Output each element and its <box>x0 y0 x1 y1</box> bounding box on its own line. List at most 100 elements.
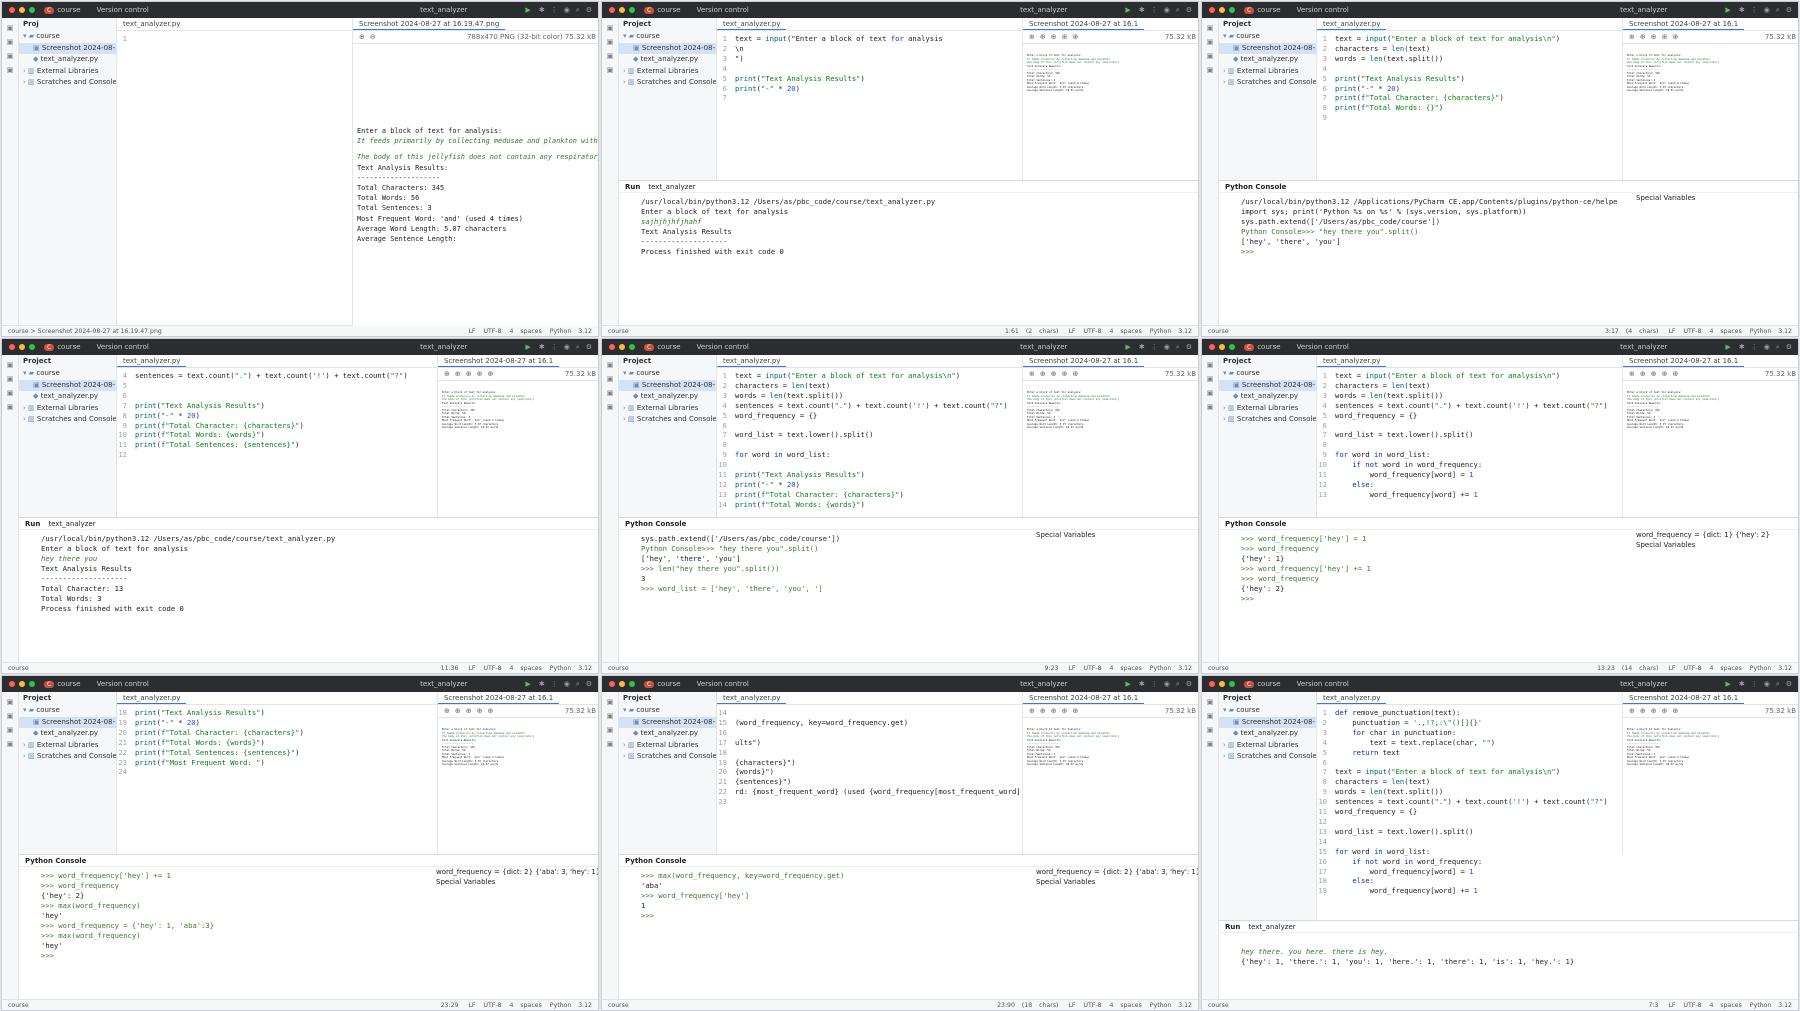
tree-scratches[interactable]: › ▥ Scratches and Consoles <box>1219 77 1316 89</box>
project-tree-header[interactable]: Project <box>1219 692 1316 705</box>
code-text[interactable]: words = len(text.split()) <box>1335 391 1443 401</box>
zoom-window-button[interactable] <box>629 681 635 687</box>
code-text[interactable]: if not word in word_frequency: <box>1335 460 1482 470</box>
code-editor[interactable]: text_analyzer.py 14 15 (word_frequency, key… <box>717 692 1022 854</box>
indent[interactable]: 4 spaces <box>1110 1002 1142 1009</box>
indent[interactable]: 4 spaces <box>510 328 542 335</box>
breadcrumb[interactable]: course > Screenshot 2024-08-27 at 16.19.… <box>8 328 162 335</box>
code-text[interactable]: print(f"Total Sentences: {sentences}") <box>135 748 299 758</box>
gear-icon[interactable]: ⚙ <box>1186 343 1192 351</box>
indent[interactable]: 4 spaces <box>1710 665 1742 672</box>
user-icon[interactable]: ◉ <box>564 680 570 688</box>
code-text[interactable]: print("-" * 20) <box>135 411 200 421</box>
more-icon[interactable]: ⋮ <box>1151 343 1158 351</box>
zoom-out-icon[interactable]: ⊕ <box>1051 707 1057 715</box>
tree-root[interactable]: ▾ ▰ course <box>19 368 116 380</box>
encoding[interactable]: UTF-8 <box>1083 665 1101 672</box>
gear-icon[interactable]: ⚙ <box>586 343 592 351</box>
code-text[interactable]: word_frequency[word] = 1 <box>1335 867 1474 877</box>
code-text[interactable]: return text <box>1335 748 1400 758</box>
cursor-position[interactable]: 11:36 <box>441 665 459 672</box>
commit-icon[interactable]: ▣ <box>602 38 618 46</box>
code-text[interactable]: print("-" * 20) <box>735 480 800 490</box>
code-text[interactable]: words = len(text.split()) <box>735 391 843 401</box>
zoom-window-button[interactable] <box>1229 7 1235 13</box>
indent[interactable]: 4 spaces <box>1710 328 1742 335</box>
grid-icon[interactable]: ⊕ <box>1073 33 1079 41</box>
code-text[interactable]: {words}") <box>735 767 774 777</box>
tree-file[interactable]: ◆ text_analyzer.py <box>619 728 716 740</box>
tree-file[interactable]: ◆ text_analyzer.py <box>19 391 116 403</box>
run-icon[interactable]: ▶ <box>1725 343 1730 351</box>
interpreter[interactable]: Python 3.12 <box>550 1002 592 1009</box>
actual-size-icon[interactable]: ⊕ <box>477 707 483 715</box>
console-output[interactable]: >>> word_frequency['hey'] += 1 >>> word_f… <box>19 867 428 961</box>
breadcrumb[interactable]: course <box>608 328 629 335</box>
zoom-window-button[interactable] <box>1229 344 1235 350</box>
close-window-button[interactable] <box>609 681 615 687</box>
vcs-menu[interactable]: Version control <box>97 680 149 688</box>
special-variables[interactable]: Special Variables <box>1036 877 1198 887</box>
more-icon[interactable]: ⋮ <box>1151 680 1158 688</box>
zoom-window-button[interactable] <box>29 681 35 687</box>
search-icon[interactable]: ⌕ <box>1776 680 1780 689</box>
vcs-menu[interactable]: Version control <box>1297 343 1349 351</box>
tree-external-libraries[interactable]: › ▥ External Libraries <box>19 740 116 752</box>
code-text[interactable]: print("-" * 20) <box>135 718 200 728</box>
code-text[interactable]: rd: {most_frequent_word} (used {word_fre… <box>735 787 1021 797</box>
zoom-out-icon[interactable]: ⊕ <box>1651 33 1657 41</box>
code-editor[interactable]: text_analyzer.py 18 print("Text Analysis R… <box>117 692 437 854</box>
more-tools-icon[interactable]: ▣ <box>2 66 18 74</box>
indent[interactable]: 4 spaces <box>1110 665 1142 672</box>
project-icon[interactable]: ▣ <box>1202 361 1218 369</box>
user-icon[interactable]: ◉ <box>1164 6 1170 14</box>
zoom-window-button[interactable] <box>29 7 35 13</box>
debug-icon[interactable]: ✱ <box>539 680 545 688</box>
zoom-in-icon[interactable]: ⊕ <box>359 33 365 41</box>
zoom-out-icon[interactable]: ⊖ <box>370 33 376 41</box>
run-config-select[interactable]: text_analyzer <box>1020 343 1067 351</box>
more-icon[interactable]: ⋮ <box>551 343 558 351</box>
code-text[interactable]: {characters}") <box>735 758 796 768</box>
encoding[interactable]: UTF-8 <box>1083 1002 1101 1009</box>
zoom-fit-icon[interactable]: ⊕ <box>1629 33 1635 41</box>
zoom-in-icon[interactable]: ⊕ <box>1040 33 1046 41</box>
code-text[interactable]: for char in punctuation: <box>1335 728 1456 738</box>
tab-screenshot[interactable]: Screenshot 2024-08-27 at 16.1 <box>1023 355 1145 367</box>
more-tools-icon[interactable]: ▣ <box>602 66 618 74</box>
commit-icon[interactable]: ▣ <box>2 375 18 383</box>
tree-external-libraries[interactable]: › ▥ External Libraries <box>619 403 716 415</box>
code-text[interactable]: ults") <box>735 738 761 748</box>
run-icon[interactable]: ▶ <box>1125 6 1130 14</box>
more-icon[interactable]: ⋮ <box>1751 680 1758 688</box>
project-tree-header[interactable]: Project <box>1219 18 1316 31</box>
line-ending[interactable]: LF <box>1668 1002 1675 1009</box>
tree-screenshot[interactable]: ▣ Screenshot 2024-08- <box>19 379 116 391</box>
project-tree-header[interactable]: Project <box>19 355 116 368</box>
tab-screenshot[interactable]: Screenshot 2024-08-27 at 16.19.47.png <box>353 18 506 30</box>
debug-icon[interactable]: ✱ <box>539 6 545 14</box>
actual-size-icon[interactable]: ⊕ <box>477 370 483 378</box>
minimize-window-button[interactable] <box>619 344 625 350</box>
vcs-menu[interactable]: Version control <box>1297 680 1349 688</box>
structure-icon[interactable]: ▣ <box>602 52 618 60</box>
tree-file[interactable]: ◆ text_analyzer.py <box>1219 391 1316 403</box>
tree-root[interactable]: ▾ ▰ course <box>1219 368 1316 380</box>
user-icon[interactable]: ◉ <box>1764 680 1770 688</box>
structure-icon[interactable]: ▣ <box>1202 389 1218 397</box>
tab-text-analyzer[interactable]: text_analyzer.py <box>117 355 187 367</box>
project-icon[interactable]: ▣ <box>602 361 618 369</box>
more-tools-icon[interactable]: ▣ <box>2 403 18 411</box>
line-ending[interactable]: LF <box>1068 328 1075 335</box>
zoom-in-icon[interactable]: ⊕ <box>1640 370 1646 378</box>
project-icon[interactable]: ▣ <box>1202 24 1218 32</box>
commit-icon[interactable]: ▣ <box>2 712 18 720</box>
zoom-in-icon[interactable]: ⊕ <box>1040 707 1046 715</box>
more-tools-icon[interactable]: ▣ <box>1202 403 1218 411</box>
project-switcher[interactable]: course <box>57 680 80 688</box>
cursor-position[interactable]: 1:61 (2 chars) <box>1005 328 1058 335</box>
run-icon[interactable]: ▶ <box>1725 6 1730 14</box>
grid-icon[interactable]: ⊕ <box>1073 707 1079 715</box>
grid-icon[interactable]: ⊕ <box>1673 707 1679 715</box>
code-text[interactable]: print(f"Total Words: {words}") <box>735 500 865 510</box>
